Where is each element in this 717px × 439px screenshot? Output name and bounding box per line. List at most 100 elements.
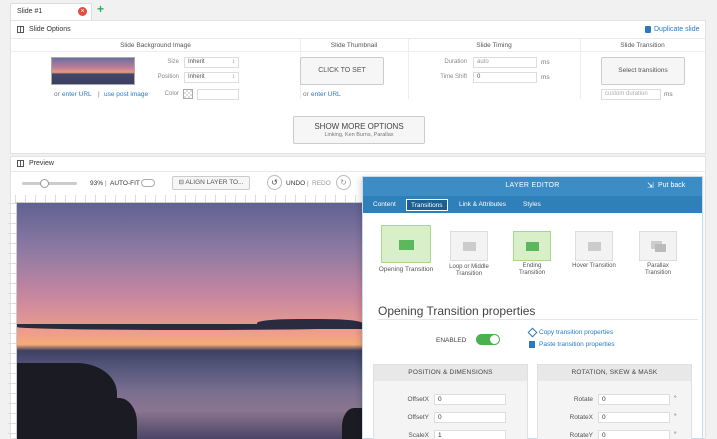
show-more-sub: Linking, Ken Burns, Parallax xyxy=(324,132,394,138)
select-transitions-button[interactable]: Select transitions xyxy=(601,57,685,85)
scalex-input[interactable]: 1 xyxy=(434,430,506,439)
far-island xyxy=(257,319,362,329)
divider xyxy=(580,39,581,99)
duplicate-slide-link[interactable]: Duplicate slide xyxy=(654,26,700,33)
zoom-slider[interactable] xyxy=(22,182,77,185)
align-label: ALIGN LAYER TO... xyxy=(185,179,244,186)
layer-editor[interactable]: LAYER EDITOR ⇲ Put back Content Transiti… xyxy=(362,176,703,439)
time-shift-input[interactable]: 0 xyxy=(473,72,537,83)
parallax-transition-card[interactable] xyxy=(639,231,677,261)
rotate-label: Rotate xyxy=(573,396,593,403)
foreground-rocks xyxy=(342,408,362,439)
layer-editor-header[interactable]: LAYER EDITOR ⇲ Put back xyxy=(363,177,702,196)
enter-url-link[interactable]: enter URL xyxy=(62,91,92,98)
duration-input[interactable]: auto xyxy=(473,57,537,68)
col-thumbnail-header: Slide Thumbnail xyxy=(300,39,408,52)
show-more-options-button[interactable]: SHOW MORE OPTIONS Linking, Ken Burns, Pa… xyxy=(293,116,425,144)
put-back-button[interactable]: Put back xyxy=(658,182,685,189)
rotatex-label: RotateX xyxy=(569,414,594,421)
hover-transition-label: Hover Transition xyxy=(572,263,616,269)
rotate-input[interactable]: 0 xyxy=(598,394,670,405)
position-select[interactable]: Inherit xyxy=(184,72,239,83)
enabled-toggle[interactable] xyxy=(476,334,500,345)
tab-content[interactable]: Content xyxy=(369,199,400,211)
redo-button[interactable]: REDO xyxy=(312,180,331,187)
transition-icon xyxy=(588,242,601,251)
autofit-toggle[interactable] xyxy=(141,179,155,187)
offsetx-input[interactable]: 0 xyxy=(434,394,506,405)
add-slide-icon[interactable]: + xyxy=(97,3,104,15)
color-swatch[interactable] xyxy=(183,89,193,99)
tab-styles[interactable]: Styles xyxy=(519,199,545,211)
offsety-input[interactable]: 0 xyxy=(434,412,506,423)
loop-transition-card[interactable] xyxy=(450,231,488,261)
panel-grip-icon xyxy=(17,26,24,33)
scalex-label: ScaleX xyxy=(408,432,429,439)
color-input[interactable] xyxy=(197,89,239,100)
rotatex-input[interactable]: 0 xyxy=(598,412,670,423)
slide-options-panel: Slide Options Duplicate slide Slide Back… xyxy=(10,20,706,154)
color-label: Color xyxy=(164,91,179,97)
zoom-value: 93% xyxy=(90,180,104,187)
loop-transition-label: Loop or Middle Transition xyxy=(449,264,489,277)
tab-link-attributes[interactable]: Link & Attributes xyxy=(455,199,510,211)
custom-duration-input[interactable]: custom duration xyxy=(601,89,661,100)
layer-editor-tabs: Content Transitions Link & Attributes St… xyxy=(363,196,702,213)
position-dimensions-box: POSITION & DIMENSIONS OffsetX 0 OffsetY … xyxy=(373,364,528,439)
ending-transition-label: Ending Transition xyxy=(518,263,546,276)
slide-tab[interactable]: Slide #1 × xyxy=(10,3,92,20)
size-select[interactable]: Inherit xyxy=(184,57,239,68)
or-text: or xyxy=(54,91,60,98)
custom-duration-unit: ms xyxy=(664,91,673,98)
paste-icon xyxy=(529,341,535,348)
foreground-rocks xyxy=(17,363,117,439)
divider xyxy=(408,39,409,99)
time-shift-label: Time Shift xyxy=(440,74,467,80)
ending-transition-card[interactable] xyxy=(513,231,551,261)
rotate-unit: ° xyxy=(674,395,677,402)
panel-grip-icon xyxy=(17,160,24,167)
section-title: Opening Transition properties xyxy=(378,304,536,318)
parallax-transition-label: Parallax Transition xyxy=(644,263,672,276)
close-icon[interactable]: × xyxy=(78,7,87,16)
col-transition-header: Slide Transition xyxy=(580,39,705,52)
separator: | xyxy=(307,180,309,187)
autofit-label: AUTO-FIT xyxy=(110,180,140,187)
zoom-slider-knob[interactable] xyxy=(40,179,49,188)
paste-transition-link[interactable]: Paste transition properties xyxy=(539,341,615,348)
align-layer-button[interactable]: ⊟ ALIGN LAYER TO... xyxy=(172,176,250,190)
slide-canvas[interactable] xyxy=(17,203,362,439)
horizontal-ruler xyxy=(15,195,362,203)
slide-options-title: Slide Options xyxy=(29,26,71,33)
use-post-image-link[interactable]: use post image xyxy=(104,91,148,98)
size-label: Size xyxy=(167,59,179,65)
show-more-label: SHOW MORE OPTIONS xyxy=(314,122,404,131)
click-to-set-button[interactable]: CLICK TO SET xyxy=(300,57,384,85)
opening-transition-label: Opening Transition xyxy=(378,266,434,273)
rotation-box-title: ROTATION, SKEW & MASK xyxy=(538,365,691,381)
rotatey-input[interactable]: 0 xyxy=(598,430,670,439)
offsety-label: OffsetY xyxy=(407,414,429,421)
thumbnail-enter-url-link[interactable]: enter URL xyxy=(311,91,341,98)
or-text: or xyxy=(303,91,309,98)
opening-transition-card[interactable] xyxy=(381,225,431,263)
undo-icon[interactable]: ↺ xyxy=(267,175,282,190)
foreground-rocks xyxy=(107,398,137,439)
preview-title: Preview xyxy=(29,160,54,167)
preview-toolbar: 93% | AUTO-FIT ⊟ ALIGN LAYER TO... ↺ UND… xyxy=(10,172,360,194)
time-shift-unit: ms xyxy=(541,74,550,81)
position-box-title: POSITION & DIMENSIONS xyxy=(374,365,527,381)
duration-unit: ms xyxy=(541,59,550,66)
slide-options-header: Slide Options Duplicate slide xyxy=(11,21,705,39)
copy-transition-link[interactable]: Copy transition properties xyxy=(539,329,613,336)
put-back-icon: ⇲ xyxy=(647,181,654,190)
rotatex-unit: ° xyxy=(674,413,677,420)
duration-label: Duration xyxy=(444,59,467,65)
enabled-label: ENABLED xyxy=(436,337,467,344)
background-image-thumbnail[interactable] xyxy=(51,57,135,85)
transition-icon xyxy=(463,242,476,251)
undo-button[interactable]: UNDO xyxy=(286,180,305,187)
tab-transitions[interactable]: Transitions xyxy=(406,199,448,211)
hover-transition-card[interactable] xyxy=(575,231,613,261)
redo-icon[interactable]: ↻ xyxy=(336,175,351,190)
